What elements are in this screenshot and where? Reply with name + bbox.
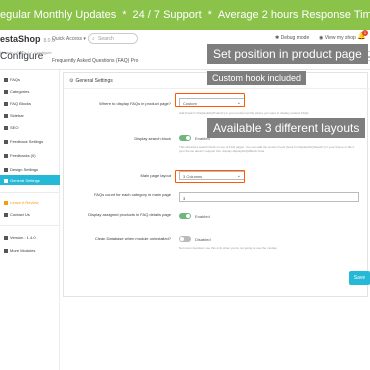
panel-title: General Settings — [75, 78, 113, 84]
comment-icon — [4, 140, 8, 144]
sidebar-item-label: Sidebar — [10, 113, 24, 118]
promo-text-updates: Regular Monthly Updates — [0, 9, 117, 21]
sidebar-divider — [0, 225, 60, 226]
faqs-count-input[interactable]: 3 — [179, 192, 359, 202]
sidebar-item-more-modules[interactable]: More Modules — [0, 245, 60, 255]
bug-icon: ✱ — [275, 35, 280, 41]
assigned-products-state: Enabled — [195, 214, 210, 219]
cogs-icon: ⚙ — [69, 78, 74, 84]
sidebar-item-sidebar[interactable]: Sidebar — [0, 110, 60, 120]
sidebar-item-faq-blocks[interactable]: FAQ Blocks — [0, 98, 60, 108]
custom-hook-callout: Custom hook included — [207, 71, 307, 85]
promo-separator: * — [122, 9, 127, 21]
eye-icon: ◉ — [319, 35, 324, 41]
save-button[interactable]: Save — [349, 271, 370, 285]
sidebar-item-label: Design Settings — [10, 167, 39, 172]
sidebar-item-label: FAQs — [10, 77, 21, 82]
display-search-toggle[interactable] — [179, 135, 191, 141]
sidebar-item-label: SEO — [10, 125, 19, 130]
view-shop-link[interactable]: ◉ View my shop — [319, 35, 356, 41]
search-placeholder: Search — [98, 36, 114, 42]
assigned-products-toggle[interactable] — [179, 213, 191, 219]
layout-highlight — [175, 170, 245, 183]
toggle-knob — [180, 237, 184, 241]
sidebar-item-contact-us[interactable]: Contact Us — [0, 209, 60, 219]
promo-separator: * — [207, 9, 212, 21]
sidebar-item-label: Categories — [10, 89, 30, 94]
sidebar-item-design-settings[interactable]: Design Settings — [0, 164, 60, 174]
sidebar-item-feedback-settings[interactable]: Feedback Settings — [0, 136, 60, 146]
quick-access-menu[interactable]: Quick Access ▾ — [52, 36, 86, 42]
grid-icon — [4, 249, 8, 253]
search-icon: ⌕ — [92, 36, 95, 42]
promo-text-response: Average 2 hours Response Time — [217, 9, 370, 21]
assigned-products-label: Display assigned products in FAQ details… — [88, 212, 171, 217]
chart-icon — [4, 126, 8, 130]
debug-mode-label: Debug mode — [280, 35, 310, 41]
display-where-help: Add {hook h='displayFAQProduct'} in your… — [179, 111, 309, 115]
sidebar-item-label: Contact Us — [10, 212, 30, 217]
page-title: Configure — [0, 51, 44, 62]
sidebar-item-label: Feedbacks (0) — [10, 153, 36, 158]
clean-db-state: Disabled — [195, 237, 211, 242]
display-search-label: Display search block — [134, 136, 171, 141]
debug-mode-link[interactable]: ✱ Debug mode — [275, 35, 309, 41]
page-subtitle: Frequently Asked Questions (FAQ) Pro — [52, 58, 139, 64]
sidebar-item-label: Leave A Review — [10, 200, 39, 205]
notifications-badge: 1 — [362, 30, 368, 36]
toggle-knob — [186, 214, 190, 218]
sidebar-item-feedbacks[interactable]: Feedbacks (0) — [0, 150, 60, 160]
sidebar-divider — [0, 192, 60, 193]
sidebar-item-label: Feedback Settings — [10, 139, 44, 144]
star-icon — [4, 201, 8, 205]
sidebar-item-general-settings[interactable]: General Settings — [0, 175, 60, 185]
module-sidebar: FAQs Categories FAQ Blocks Sidebar SEO F… — [0, 70, 60, 370]
blocks-icon — [4, 102, 8, 106]
sidebar-item-label: More Modules — [10, 248, 36, 253]
sidebar-item-label: FAQ Blocks — [10, 101, 31, 106]
folder-icon — [4, 90, 8, 94]
prestashop-logo[interactable]: estaShop 8.0.0 — [0, 34, 55, 44]
toggle-knob — [186, 136, 190, 140]
promo-banner: Regular Monthly Updates * 24 / 7 Support… — [0, 0, 370, 30]
clean-db-label: Clean Database when module uninstalled? — [94, 236, 171, 241]
sidebar-icon — [4, 114, 8, 118]
info-icon — [4, 236, 8, 240]
position-callout: Set position in product page — [207, 44, 368, 64]
main-layout-label: Main page layout — [140, 173, 171, 178]
clean-db-toggle[interactable] — [179, 236, 191, 242]
display-where-label: Where to display FAQs in product page? — [99, 101, 171, 106]
layouts-callout: Available 3 different layouts — [207, 118, 366, 138]
brush-icon — [4, 168, 8, 172]
question-icon — [4, 78, 8, 82]
sidebar-item-faqs[interactable]: FAQs — [0, 74, 60, 84]
faqs-count-label: FAQs count for each category in main pag… — [94, 192, 171, 197]
promo-text-support: 24 / 7 Support — [132, 9, 202, 21]
gear-icon — [4, 179, 8, 183]
display-where-highlight — [175, 93, 245, 107]
sidebar-item-label: General Settings — [10, 178, 40, 183]
sidebar-item-leave-review[interactable]: Leave A Review — [0, 197, 60, 207]
view-shop-label: View my shop — [324, 35, 356, 41]
sidebar-item-categories[interactable]: Categories — [0, 86, 60, 96]
clean-db-help: Not recommended, use this only when you'… — [179, 246, 277, 250]
display-search-help: This will add a search block on top of F… — [179, 145, 355, 153]
sidebar-item-label: Version : 1.4.0 — [10, 235, 36, 240]
logo-text: estaShop — [0, 34, 41, 44]
sidebar-item-version: Version : 1.4.0 — [0, 232, 60, 242]
sidebar-item-seo[interactable]: SEO — [0, 122, 60, 132]
search-input[interactable]: ⌕ Search — [88, 33, 138, 44]
envelope-icon — [4, 213, 8, 217]
comments-icon — [4, 154, 8, 158]
